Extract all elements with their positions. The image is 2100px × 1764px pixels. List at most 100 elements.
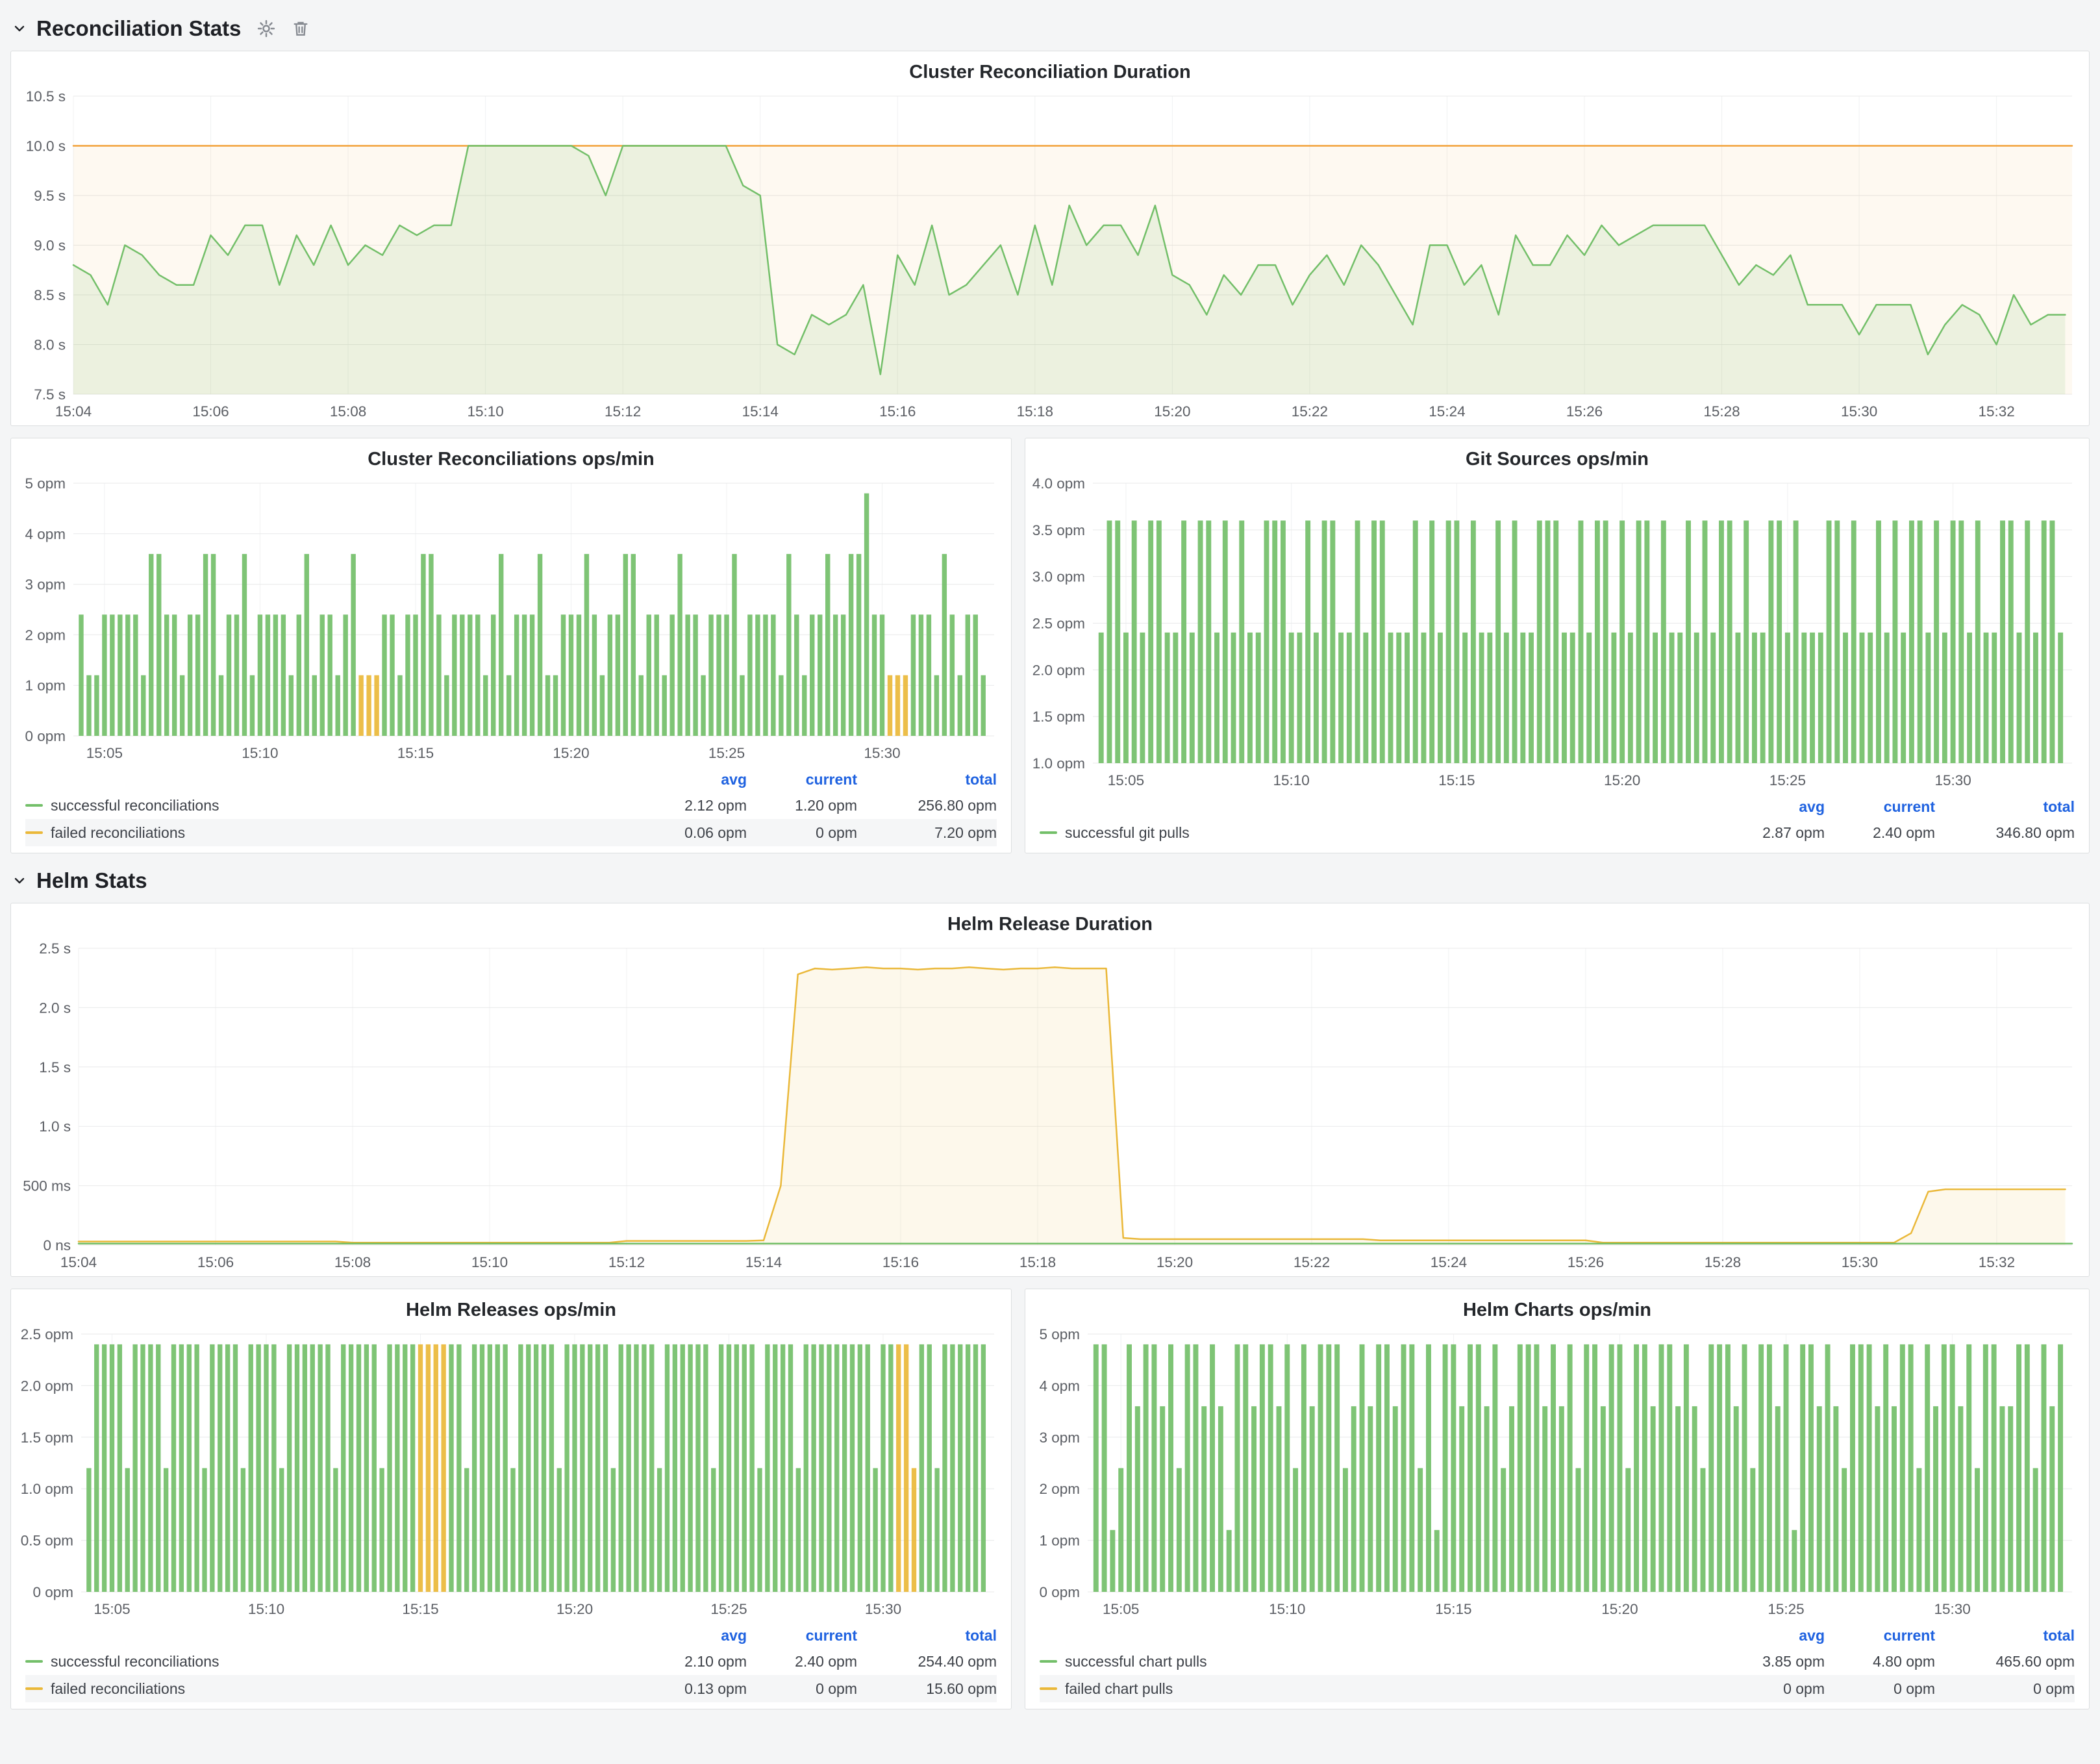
legend-column-header[interactable]: current <box>1825 798 1935 816</box>
svg-text:15:15: 15:15 <box>1435 1601 1471 1617</box>
svg-text:15:20: 15:20 <box>1601 1601 1638 1617</box>
legend-value: 465.60 opm <box>1935 1653 2075 1670</box>
svg-text:15:25: 15:25 <box>1769 772 1806 788</box>
svg-text:0.5 opm: 0.5 opm <box>21 1533 73 1549</box>
legend-value: 2.40 opm <box>1825 824 1935 842</box>
legend-series-label[interactable]: successful reconciliations <box>25 1653 636 1670</box>
legend-value: 254.40 opm <box>857 1653 997 1670</box>
svg-text:0 opm: 0 opm <box>1039 1584 1080 1600</box>
legend-column-header[interactable]: avg <box>636 1627 747 1644</box>
svg-text:2.5 opm: 2.5 opm <box>21 1326 73 1342</box>
cluster-reconciliations-ops-chart[interactable]: 15:0515:1015:1515:2015:2515:300 opm1 opm… <box>11 473 1011 767</box>
legend-value: 0.06 opm <box>636 824 747 842</box>
row-header-helm-stats[interactable]: Helm Stats <box>12 864 2090 898</box>
series-color-marker <box>25 804 43 807</box>
legend-value: 2.87 opm <box>1714 824 1825 842</box>
panel-title[interactable]: Git Sources ops/min <box>1025 438 2089 473</box>
legend-value: 7.20 opm <box>857 824 997 842</box>
svg-text:15:15: 15:15 <box>397 745 434 761</box>
svg-text:15:24: 15:24 <box>1431 1254 1467 1270</box>
svg-text:7.5 s: 7.5 s <box>34 386 66 403</box>
svg-text:15:32: 15:32 <box>1978 403 2014 420</box>
svg-text:15:25: 15:25 <box>1768 1601 1804 1617</box>
legend-series-label[interactable]: successful reconciliations <box>25 797 636 814</box>
svg-text:15:20: 15:20 <box>553 745 589 761</box>
panel-title[interactable]: Helm Release Duration <box>11 903 2089 938</box>
svg-text:2.0 opm: 2.0 opm <box>1032 662 1085 678</box>
legend-column-header[interactable]: current <box>1825 1627 1935 1644</box>
svg-text:2 opm: 2 opm <box>1039 1481 1080 1497</box>
svg-text:15:06: 15:06 <box>197 1254 234 1270</box>
svg-text:15:25: 15:25 <box>710 1601 747 1617</box>
svg-text:1.5 opm: 1.5 opm <box>21 1430 73 1446</box>
svg-text:15:20: 15:20 <box>1604 772 1640 788</box>
legend-column-header[interactable]: avg <box>1714 1627 1825 1644</box>
legend-series-label[interactable]: failed reconciliations <box>25 1680 636 1698</box>
svg-text:3 opm: 3 opm <box>25 577 66 593</box>
git-sources-ops-chart[interactable]: 15:0515:1015:1515:2015:2515:301.0 opm1.5… <box>1025 473 2089 794</box>
legend-column-header[interactable]: current <box>747 771 857 788</box>
svg-text:5 opm: 5 opm <box>25 475 66 492</box>
svg-text:15:10: 15:10 <box>242 745 278 761</box>
panel-title[interactable]: Helm Releases ops/min <box>11 1289 1011 1324</box>
series-color-marker <box>25 831 43 834</box>
svg-text:15:05: 15:05 <box>94 1601 130 1617</box>
svg-text:10.0 s: 10.0 s <box>26 138 66 155</box>
helm-release-duration-chart[interactable]: 15:0415:0615:0815:1015:1215:1415:1615:18… <box>11 938 2089 1276</box>
svg-text:15:30: 15:30 <box>1841 403 1877 420</box>
legend-series-label[interactable]: failed chart pulls <box>1040 1680 1714 1698</box>
svg-text:15:22: 15:22 <box>1294 1254 1330 1270</box>
svg-text:9.0 s: 9.0 s <box>34 238 66 254</box>
legend-series-label[interactable]: successful chart pulls <box>1040 1653 1714 1670</box>
svg-text:1.0 opm: 1.0 opm <box>21 1481 73 1497</box>
svg-text:4.0 opm: 4.0 opm <box>1032 475 1085 492</box>
svg-text:2.5 opm: 2.5 opm <box>1032 616 1085 632</box>
svg-text:2.0 opm: 2.0 opm <box>21 1378 73 1394</box>
trash-icon[interactable] <box>292 19 310 38</box>
legend-column-header[interactable]: avg <box>1714 798 1825 816</box>
helm-releases-ops-chart[interactable]: 15:0515:1015:1515:2015:2515:300 opm0.5 o… <box>11 1324 1011 1623</box>
gear-icon[interactable] <box>256 19 276 38</box>
legend: avgcurrenttotalsuccessful chart pulls3.8… <box>1025 1623 2089 1709</box>
series-color-marker <box>1040 831 1057 834</box>
svg-text:15:24: 15:24 <box>1429 403 1465 420</box>
legend-column-header[interactable]: avg <box>636 771 747 788</box>
svg-text:15:30: 15:30 <box>1842 1254 1878 1270</box>
svg-text:15:30: 15:30 <box>864 745 900 761</box>
legend-column-header[interactable]: total <box>857 771 997 788</box>
svg-text:15:05: 15:05 <box>86 745 123 761</box>
row-header-reconciliation-stats[interactable]: Reconciliation Stats <box>12 12 2090 45</box>
legend-value: 256.80 opm <box>857 797 997 814</box>
legend-series-label[interactable]: failed reconciliations <box>25 824 636 842</box>
svg-text:15:14: 15:14 <box>745 1254 782 1270</box>
legend: avgcurrenttotal successful reconciliation… <box>11 767 1011 853</box>
svg-text:15:08: 15:08 <box>330 403 366 420</box>
row-title: Reconciliation Stats <box>36 16 241 41</box>
panel-title[interactable]: Helm Charts ops/min <box>1025 1289 2089 1324</box>
svg-text:15:26: 15:26 <box>1566 403 1603 420</box>
legend-value: 0 opm <box>1825 1680 1935 1698</box>
svg-text:15:14: 15:14 <box>742 403 779 420</box>
svg-text:15:28: 15:28 <box>1703 403 1740 420</box>
svg-text:15:32: 15:32 <box>1979 1254 2015 1270</box>
legend-column-header[interactable]: total <box>857 1627 997 1644</box>
svg-text:15:08: 15:08 <box>334 1254 371 1270</box>
legend-value: 1.20 opm <box>747 797 857 814</box>
panel-title[interactable]: Cluster Reconciliations ops/min <box>11 438 1011 473</box>
svg-text:8.0 s: 8.0 s <box>34 337 66 353</box>
svg-text:15:20: 15:20 <box>1154 403 1190 420</box>
legend-series-label[interactable]: successful git pulls <box>1040 824 1714 842</box>
svg-text:15:30: 15:30 <box>1934 1601 1970 1617</box>
panel-title[interactable]: Cluster Reconciliation Duration <box>11 51 2089 86</box>
svg-text:9.5 s: 9.5 s <box>34 188 66 204</box>
legend-column-header[interactable]: total <box>1935 1627 2075 1644</box>
cluster-reconciliation-duration-chart[interactable]: 15:0415:0615:0815:1015:1215:1415:1615:18… <box>11 86 2089 425</box>
panel-helm-charts-ops: Helm Charts ops/min 15:0515:1015:1515:20… <box>1025 1289 2090 1709</box>
legend-value: 346.80 opm <box>1935 824 2075 842</box>
legend: avgcurrenttotal successful reconciliation… <box>11 1623 1011 1709</box>
legend-column-header[interactable]: current <box>747 1627 857 1644</box>
legend-column-header[interactable]: total <box>1935 798 2075 816</box>
helm-charts-ops-chart[interactable]: 15:0515:1015:1515:2015:2515:300 opm1 opm… <box>1025 1324 2089 1623</box>
svg-text:15:10: 15:10 <box>248 1601 284 1617</box>
svg-text:3.0 opm: 3.0 opm <box>1032 569 1085 585</box>
